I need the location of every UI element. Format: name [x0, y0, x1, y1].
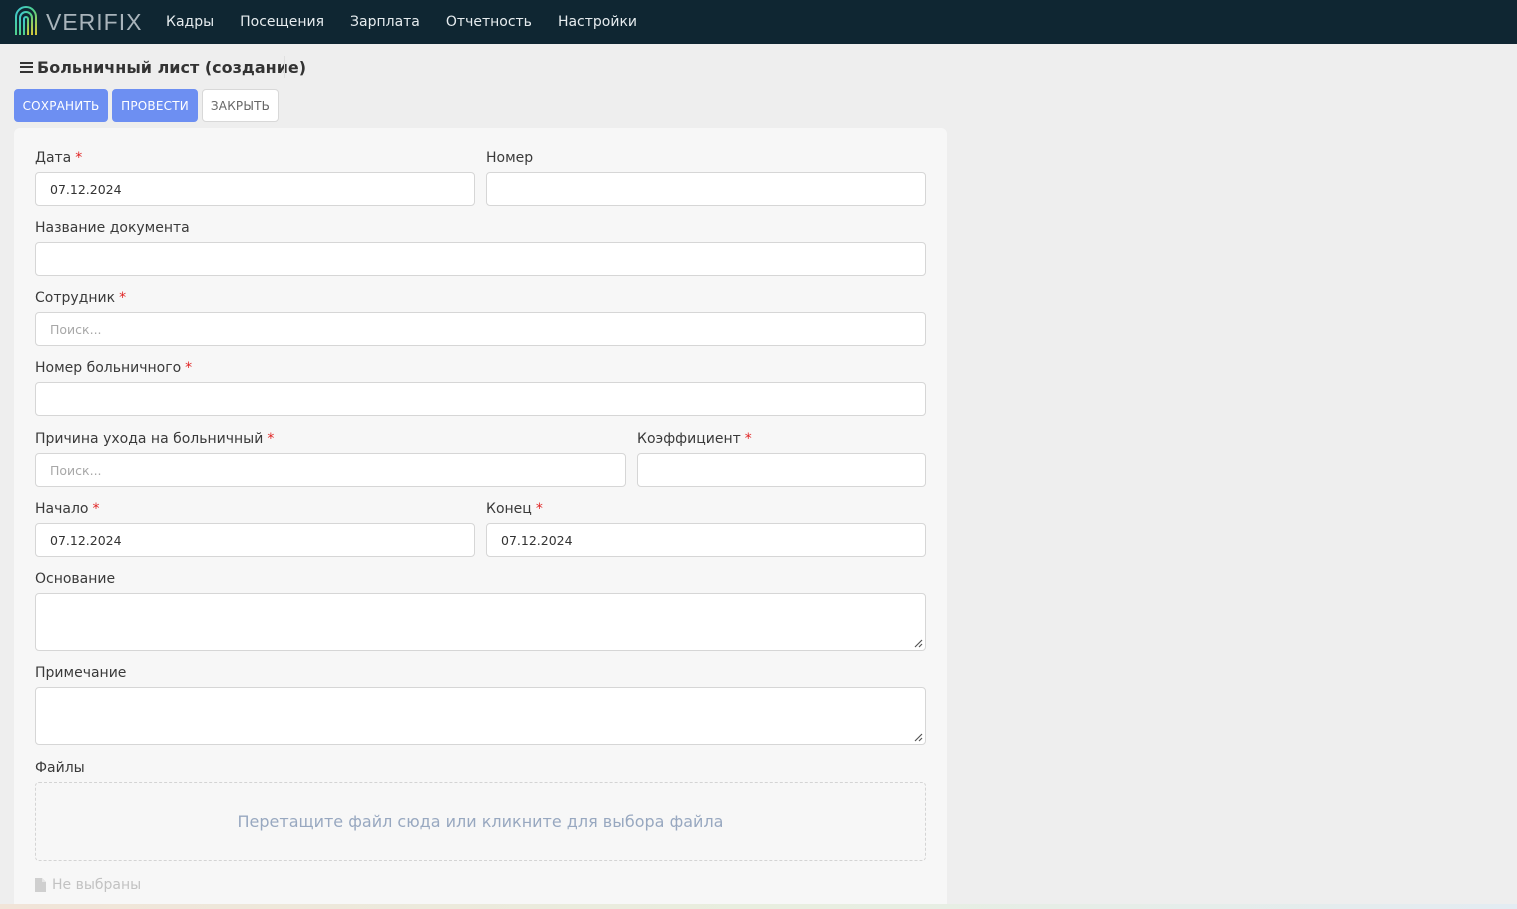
- save-button[interactable]: СОХРАНИТЬ: [14, 89, 108, 122]
- document-name-input[interactable]: [35, 242, 926, 276]
- brand-name: VERIFIX: [46, 8, 143, 35]
- page-title: Больничный лист (создание): [37, 57, 307, 77]
- coefficient-label: Коэффициент *: [637, 431, 752, 447]
- start-date-input[interactable]: 07.12.2024: [35, 523, 475, 557]
- nav-item-staff[interactable]: Кадры: [166, 14, 214, 30]
- employee-search-input[interactable]: Поиск...: [35, 312, 926, 346]
- files-label: Файлы: [35, 760, 85, 776]
- file-dropzone[interactable]: Перетащите файл сюда или кликните для вы…: [35, 782, 926, 861]
- required-mark: *: [535, 501, 543, 517]
- fingerprint-icon: [15, 6, 37, 35]
- end-date-label: Конец *: [486, 501, 543, 517]
- end-date-label-text: Конец: [486, 501, 532, 517]
- nav-item-reports[interactable]: Отчетность: [446, 14, 532, 30]
- resize-handle-icon[interactable]: [913, 638, 923, 648]
- note-label: Примечание: [35, 665, 127, 681]
- reason-label: Причина ухода на больничный *: [35, 431, 274, 447]
- nav-item-attendance[interactable]: Посещения: [240, 14, 324, 30]
- sick-number-input[interactable]: [35, 382, 926, 416]
- required-mark: *: [185, 360, 193, 376]
- main-nav: Кадры Посещения Зарплата Отчетность Наст…: [166, 14, 663, 30]
- action-toolbar: СОХРАНИТЬ ПРОВЕСТИ ЗАКРЫТЬ: [14, 89, 283, 122]
- number-label: Номер: [486, 150, 534, 166]
- document-name-label: Название документа: [35, 220, 190, 236]
- reason-search-input[interactable]: Поиск...: [35, 453, 626, 487]
- coefficient-label-text: Коэффициент: [637, 431, 741, 447]
- coefficient-input[interactable]: [637, 453, 926, 487]
- required-mark: *: [92, 501, 100, 517]
- start-date-label-text: Начало: [35, 501, 89, 517]
- page-header: Больничный лист (создание): [20, 56, 306, 78]
- reason-label-text: Причина ухода на больничный: [35, 431, 264, 447]
- employee-label: Сотрудник *: [35, 290, 126, 306]
- top-navbar: VERIFIX Кадры Посещения Зарплата Отчетно…: [0, 0, 1517, 44]
- basis-label: Основание: [35, 571, 116, 587]
- start-date-label: Начало *: [35, 501, 99, 517]
- sick-number-label-text: Номер больничного: [35, 360, 182, 376]
- post-button[interactable]: ПРОВЕСТИ: [112, 89, 198, 122]
- resize-handle-icon[interactable]: [913, 732, 923, 742]
- basis-textarea[interactable]: [35, 593, 926, 651]
- close-button[interactable]: ЗАКРЫТЬ: [202, 89, 279, 122]
- employee-label-text: Сотрудник: [35, 290, 116, 306]
- file-icon: [35, 878, 46, 892]
- bottom-edge-strip: [0, 904, 1517, 909]
- brand-logo[interactable]: VERIFIX: [13, 0, 153, 44]
- files-status-text: Не выбраны: [52, 877, 142, 893]
- files-status: Не выбраны: [35, 877, 141, 893]
- required-mark: *: [744, 431, 752, 447]
- required-mark: *: [267, 431, 275, 447]
- hamburger-menu-icon[interactable]: [20, 61, 33, 73]
- nav-item-settings[interactable]: Настройки: [558, 14, 637, 30]
- dropzone-text: Перетащите файл сюда или кликните для вы…: [237, 812, 724, 831]
- date-label: Дата *: [35, 150, 82, 166]
- nav-item-payroll[interactable]: Зарплата: [350, 14, 420, 30]
- required-mark: *: [75, 150, 83, 166]
- end-date-input[interactable]: 07.12.2024: [486, 523, 926, 557]
- sick-number-label: Номер больничного *: [35, 360, 192, 376]
- date-input[interactable]: 07.12.2024: [35, 172, 475, 206]
- number-input[interactable]: [486, 172, 926, 206]
- note-textarea[interactable]: [35, 687, 926, 745]
- date-label-text: Дата: [35, 150, 72, 166]
- required-mark: *: [119, 290, 127, 306]
- title-divider: [284, 56, 285, 78]
